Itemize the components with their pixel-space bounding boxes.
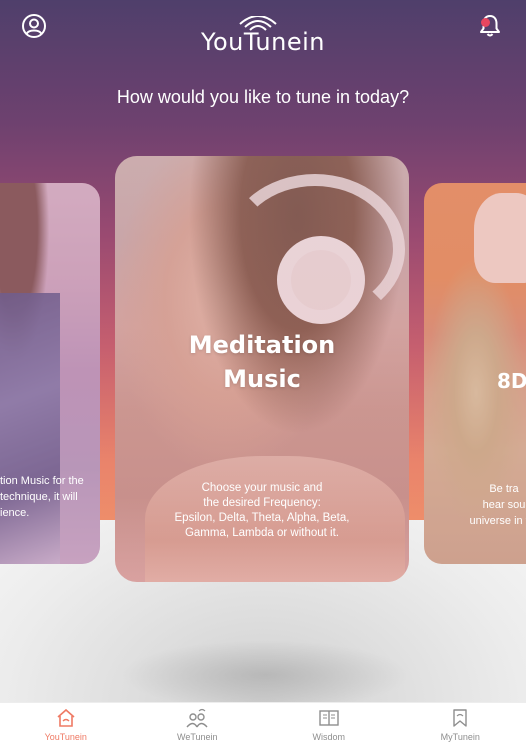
book-icon — [318, 707, 340, 729]
logo-text: YouTunein — [201, 28, 325, 56]
community-icon — [186, 707, 208, 729]
card-title: 8D — [497, 369, 526, 393]
carousel-shadow — [120, 640, 410, 710]
app-screen: YouTunein How would you like to tune in … — [0, 0, 526, 743]
notification-button[interactable] — [476, 12, 504, 40]
nav-item-mytunein[interactable]: MyTunein — [395, 703, 526, 743]
nav-item-wisdom[interactable]: Wisdom — [263, 703, 395, 743]
nav-item-wetunein[interactable]: WeTunein — [132, 703, 264, 743]
nav-label: Wisdom — [312, 732, 345, 742]
carousel-card-next[interactable]: 8D Be tra hear sou universe in tra — [424, 183, 526, 564]
carousel-card-previous[interactable]: tion Music for the technique, it will ie… — [0, 183, 100, 564]
nav-label: WeTunein — [176, 732, 218, 742]
profile-icon[interactable] — [20, 12, 48, 40]
page-tagline: How would you like to tune in today? — [116, 87, 410, 107]
notification-dot — [481, 18, 490, 27]
card-description: Be tra hear sou universe in tra — [469, 483, 526, 527]
nav-item-youtunein[interactable]: YouTunein — [0, 703, 132, 743]
app-logo: YouTunein — [190, 16, 336, 62]
bottom-navigation: YouTunein WeTunein Wisdom MyTunein — [0, 702, 526, 743]
card-description: tion Music for the technique, it will ie… — [0, 475, 84, 519]
nav-label: YouTunein — [44, 732, 87, 742]
card-title: Meditation Music — [188, 331, 336, 393]
bell-icon — [480, 15, 500, 37]
home-icon — [55, 707, 77, 729]
card-description: Choose your music and the desired Freque… — [174, 482, 350, 539]
bookmark-icon — [449, 707, 471, 729]
carousel-card-meditation-music[interactable]: Meditation Music Choose your music and t… — [115, 156, 409, 582]
nav-label: MyTunein — [440, 732, 480, 742]
